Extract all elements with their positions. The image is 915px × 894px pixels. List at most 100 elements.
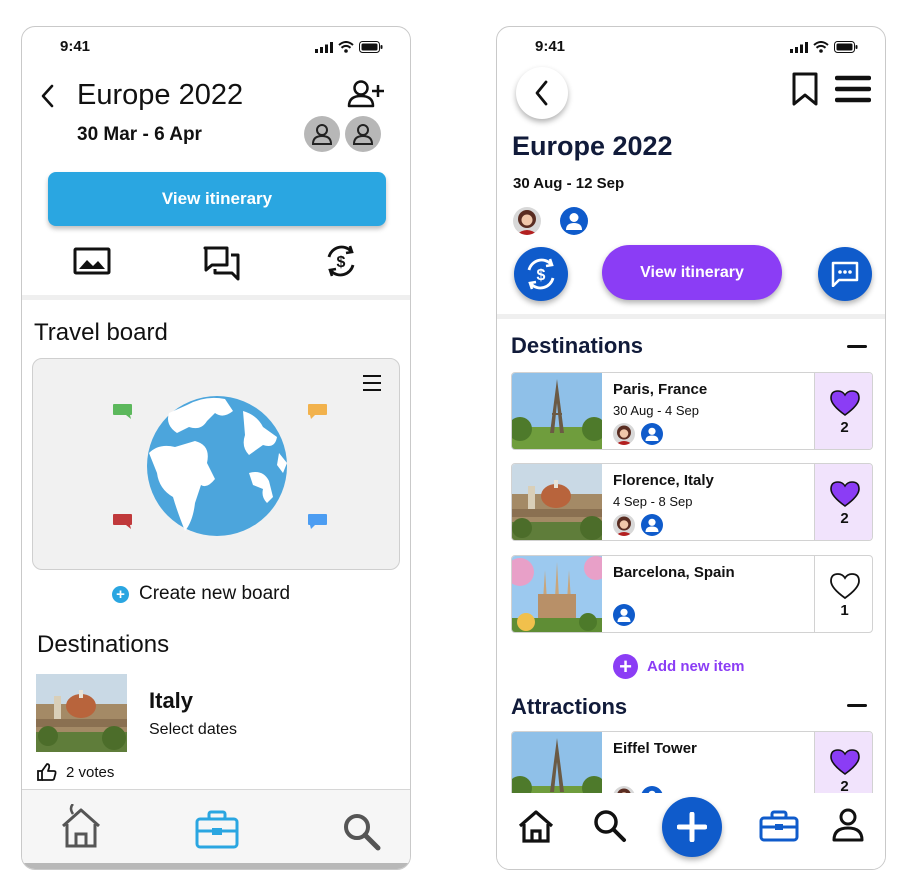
tab-bar (22, 789, 410, 863)
add-person-icon (347, 80, 384, 108)
vote-count: 2 (840, 509, 849, 527)
avatar (613, 604, 635, 626)
attraction-name: Eiffel Tower (613, 740, 697, 757)
tab-search[interactable] (593, 809, 627, 848)
travel-board-card[interactable] (32, 358, 400, 570)
plus-icon: + (112, 585, 129, 603)
woman-avatar (513, 207, 541, 235)
woman-avatar (613, 423, 635, 445)
destination-name: Paris, France (613, 381, 708, 398)
photo-gallery-button[interactable] (73, 246, 111, 281)
chat-button[interactable] (203, 246, 241, 287)
page-title: Europe 2022 (77, 79, 244, 111)
comment-icon (308, 404, 327, 419)
create-board-button[interactable]: + Create new board (112, 583, 290, 605)
comment-icon (308, 514, 327, 529)
travel-board-heading: Travel board (34, 319, 168, 346)
destination-name: Barcelona, Spain (613, 564, 735, 581)
chat-icon (203, 246, 240, 281)
avatar[interactable] (560, 207, 588, 235)
divider (497, 314, 885, 319)
chevron-left-icon (41, 84, 54, 108)
votes-button[interactable]: 2 votes (37, 763, 114, 781)
tab-search[interactable] (342, 812, 382, 857)
like-button[interactable]: 2 (814, 373, 872, 449)
collapse-destinations-button[interactable] (847, 345, 867, 348)
menu-button[interactable] (834, 75, 872, 108)
signal-icon (315, 41, 333, 53)
status-icons (315, 41, 383, 53)
board-menu-button[interactable] (362, 374, 382, 397)
votes-label: 2 votes (66, 763, 115, 781)
destination-card[interactable]: Florence, Italy 4 Sep - 8 Sep 2 (511, 463, 873, 541)
chat-button[interactable] (818, 247, 872, 301)
status-icons (790, 41, 858, 53)
destination-dates: 4 Sep - 8 Sep (613, 494, 693, 509)
view-itinerary-button[interactable]: View itinerary (602, 245, 782, 300)
avatar (613, 423, 635, 445)
back-button[interactable] (40, 84, 56, 113)
chevron-left-icon (535, 80, 548, 106)
collapse-attractions-button[interactable] (847, 704, 867, 707)
currency-exchange-icon: $ (327, 245, 355, 277)
menu-icon (363, 375, 381, 391)
person-icon (566, 213, 582, 230)
person-icon (645, 518, 659, 532)
phone-left: 9:41 Europe 2022 30 Mar - 6 Apr View iti… (21, 26, 411, 870)
chat-icon (831, 261, 859, 287)
divider (22, 295, 410, 300)
person-icon (645, 427, 659, 441)
search-icon (594, 810, 626, 842)
barcelona-photo (512, 556, 602, 632)
svg-text:$: $ (537, 267, 546, 284)
status-time: 9:41 (535, 38, 566, 55)
woman-avatar (613, 514, 635, 536)
home-icon (62, 803, 100, 848)
add-new-item-button[interactable]: + Add new item (613, 654, 745, 679)
avatar[interactable] (304, 116, 340, 152)
menu-icon (834, 75, 872, 103)
destination-card[interactable]: Barcelona, Spain 1 (511, 555, 873, 633)
battery-icon (359, 41, 383, 53)
bookmark-icon (792, 72, 818, 106)
heart-filled-icon (829, 748, 860, 775)
trip-dates: 30 Mar - 6 Apr (77, 124, 202, 145)
add-member-button[interactable] (347, 79, 387, 114)
avatar[interactable] (345, 116, 381, 152)
paris-photo (512, 373, 602, 449)
destination-card[interactable]: Paris, France 30 Aug - 4 Sep 2 (511, 372, 873, 450)
attractions-heading: Attractions (511, 694, 628, 719)
currency-exchange-button[interactable]: $ (514, 247, 568, 301)
tab-profile[interactable] (832, 808, 864, 847)
tab-trips[interactable] (759, 810, 799, 847)
comment-icon (113, 404, 132, 419)
destination-name: Florence, Italy (613, 472, 714, 489)
destinations-heading: Destinations (37, 631, 170, 658)
destinations-heading: Destinations (511, 333, 644, 358)
avatar[interactable] (513, 207, 541, 235)
create-board-label: Create new board (139, 583, 291, 604)
profile-icon (832, 808, 864, 842)
vote-count: 2 (840, 418, 849, 436)
avatar (613, 514, 635, 536)
avatar (641, 514, 663, 536)
tab-trips[interactable] (195, 810, 239, 855)
plus-icon: + (613, 654, 638, 679)
back-button[interactable] (516, 67, 568, 119)
add-button[interactable] (662, 797, 722, 857)
currency-exchange-button[interactable]: $ (323, 243, 359, 284)
signal-icon (790, 41, 808, 53)
like-button[interactable]: 1 (814, 556, 872, 632)
wifi-icon (338, 41, 354, 53)
bookmark-button[interactable] (791, 72, 819, 111)
avatar (641, 423, 663, 445)
home-indicator (22, 863, 410, 869)
tab-home[interactable] (518, 809, 554, 848)
tab-home[interactable] (59, 803, 103, 855)
person-icon (352, 124, 374, 145)
like-button[interactable]: 2 (814, 464, 872, 540)
currency-exchange-icon: $ (527, 258, 555, 290)
florence-photo (512, 464, 602, 540)
view-itinerary-button[interactable]: View itinerary (48, 172, 386, 226)
destination-subtitle[interactable]: Select dates (149, 721, 237, 739)
